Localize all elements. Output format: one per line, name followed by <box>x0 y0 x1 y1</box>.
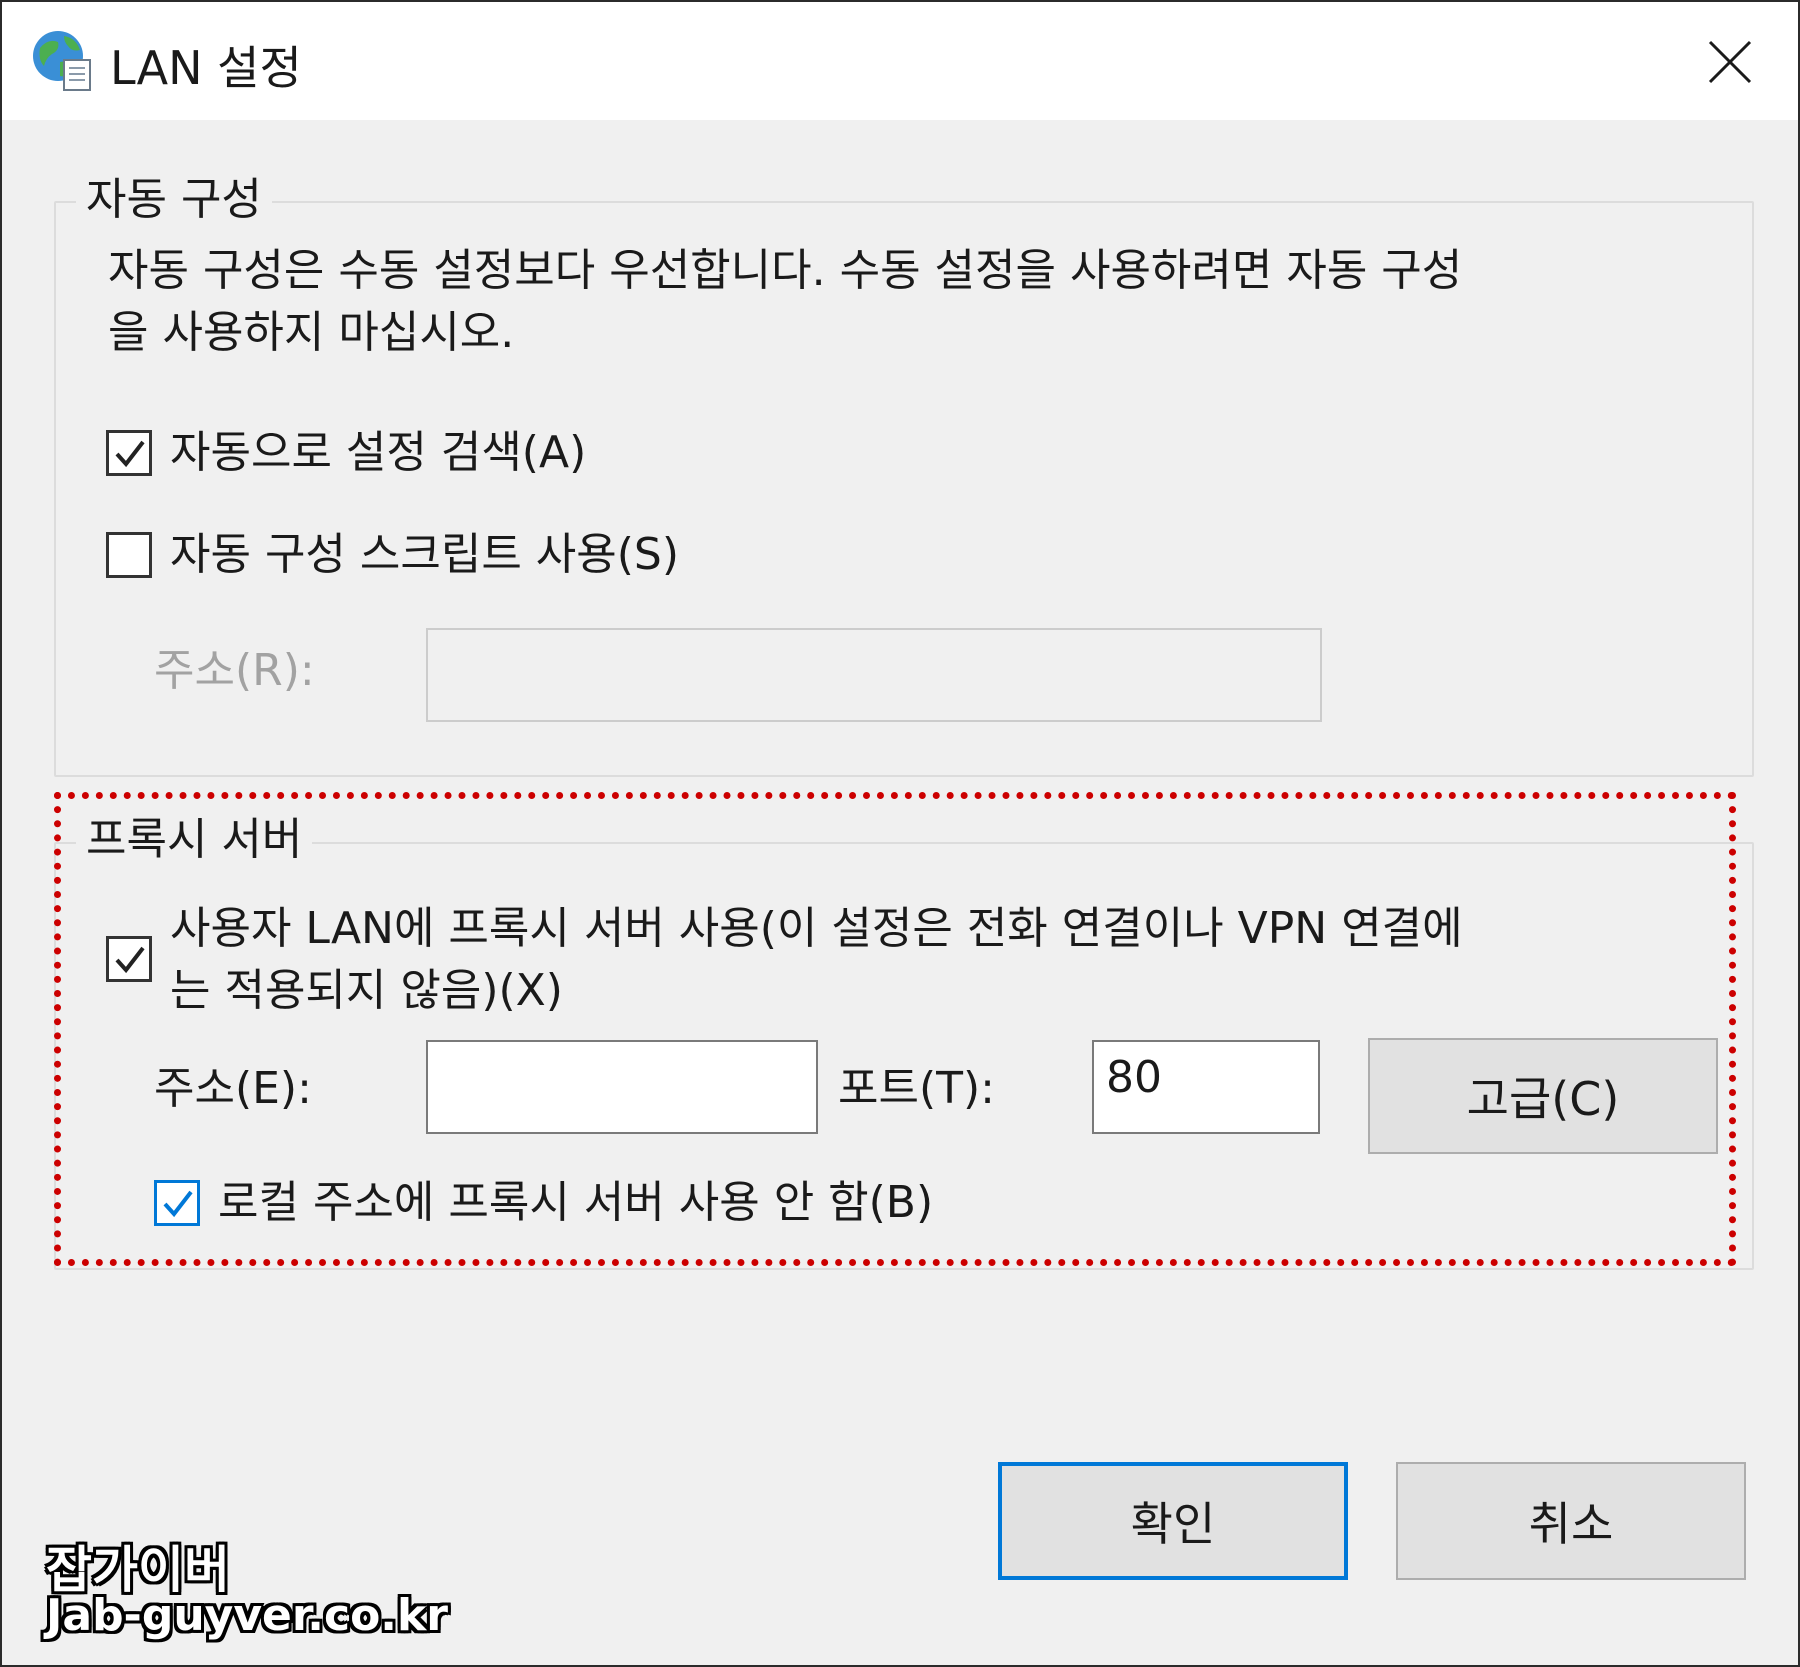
ok-button[interactable]: 확인 <box>998 1462 1348 1580</box>
use-script-checkbox[interactable] <box>106 532 152 578</box>
detect-settings-checkbox[interactable] <box>106 430 152 476</box>
proxy-port-label: 포트(T): <box>838 1063 995 1114</box>
proxy-port-input[interactable]: 80 <box>1092 1040 1320 1134</box>
description-line-2: 을 사용하지 마십시오. <box>108 307 515 358</box>
title-bar: LAN 설정 <box>2 2 1798 120</box>
auto-config-legend: 자동 구성 <box>76 174 272 226</box>
description-line-1: 자동 구성은 수동 설정보다 우선합니다. 수동 설정을 사용하려면 자동 구성 <box>108 245 1463 296</box>
use-proxy-label-line-2: 는 적용되지 않음)(X) <box>170 965 563 1016</box>
auto-config-description: 자동 구성은 수동 설정보다 우선합니다. 수동 설정을 사용하려면 자동 구성… <box>108 240 1708 364</box>
use-script-label[interactable]: 자동 구성 스크립트 사용(S) <box>170 526 679 584</box>
cancel-button[interactable]: 취소 <box>1396 1462 1746 1580</box>
watermark-url: Jab-guyver.co.kr <box>46 1590 448 1641</box>
proxy-address-label: 주소(E): <box>154 1063 312 1114</box>
bypass-local-label[interactable]: 로컬 주소에 프록시 서버 사용 안 함(B) <box>218 1174 933 1232</box>
close-icon[interactable] <box>1692 24 1768 100</box>
checkmark-icon <box>163 1190 193 1218</box>
advanced-button[interactable]: 고급(C) <box>1368 1038 1718 1154</box>
use-proxy-checkbox[interactable] <box>106 936 152 982</box>
proxy-address-input[interactable] <box>426 1040 818 1134</box>
use-proxy-label-line-1: 사용자 LAN에 프록시 서버 사용(이 설정은 전화 연결이나 VPN 연결에 <box>170 903 1463 954</box>
bypass-local-checkbox[interactable] <box>154 1180 200 1226</box>
checkmark-icon <box>115 440 145 468</box>
window-title: LAN 설정 <box>110 41 302 95</box>
detect-settings-label[interactable]: 자동으로 설정 검색(A) <box>170 424 586 482</box>
globe-icon <box>33 31 91 91</box>
lan-settings-dialog: LAN 설정 자동 구성 자동 구성은 수동 설정보다 우선합니다. 수동 설정… <box>0 0 1800 1667</box>
proxy-server-legend: 프록시 서버 <box>76 814 313 866</box>
use-proxy-label[interactable]: 사용자 LAN에 프록시 서버 사용(이 설정은 전화 연결이나 VPN 연결에… <box>170 898 1463 1022</box>
checkmark-icon <box>115 946 145 974</box>
script-address-input[interactable] <box>426 628 1322 722</box>
script-address-label: 주소(R): <box>154 645 315 696</box>
